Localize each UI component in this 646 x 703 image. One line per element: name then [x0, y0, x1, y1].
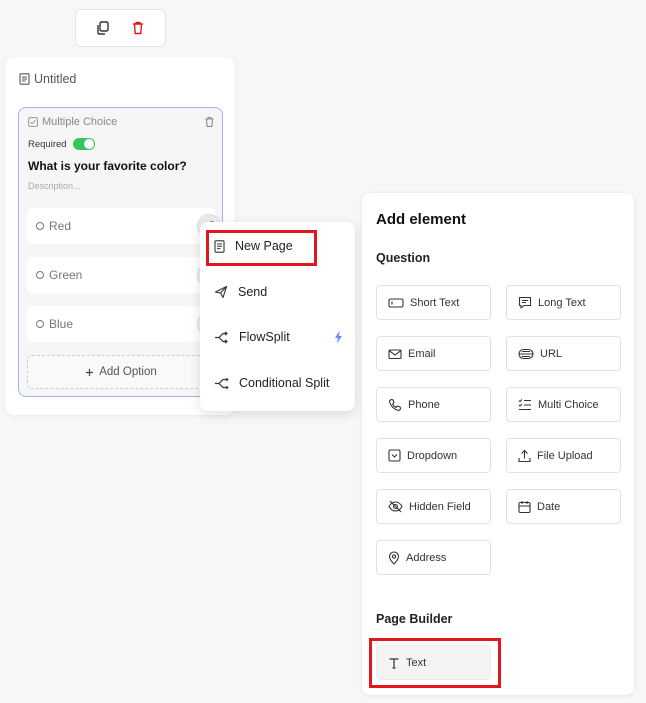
plus-icon	[85, 368, 94, 377]
menu-item-send[interactable]: Send	[200, 274, 355, 310]
calendar-icon	[518, 500, 531, 514]
short-text-icon	[388, 297, 404, 309]
question-type: Multiple Choice	[28, 116, 117, 128]
menu-item-label: Send	[238, 285, 268, 299]
duplicate-button[interactable]	[92, 17, 114, 39]
location-pin-icon	[388, 550, 400, 565]
required-row: Required	[28, 138, 95, 150]
add-option-button[interactable]: Add Option	[27, 355, 215, 389]
menu-item-conditional-split[interactable]: Conditional Split	[200, 365, 355, 401]
panel-title: Add element	[376, 211, 467, 228]
dropdown-icon	[388, 449, 401, 462]
page-builder-section-label: Page Builder	[376, 612, 453, 626]
delete-question-button[interactable]	[204, 116, 215, 128]
element-multi-choice[interactable]: Multi Choice	[506, 387, 621, 422]
page-title[interactable]: Untitled	[19, 72, 76, 86]
globe-icon	[518, 348, 534, 360]
copy-icon	[95, 20, 111, 36]
list-check-icon	[518, 398, 532, 411]
element-address[interactable]: Address	[376, 540, 491, 575]
highlight-text-element	[369, 638, 501, 688]
element-label: Address	[406, 551, 447, 564]
element-dropdown[interactable]: Dropdown	[376, 438, 491, 473]
page-icon	[19, 73, 30, 85]
delete-button[interactable]	[127, 17, 149, 39]
question-section-label: Question	[376, 251, 431, 265]
phone-icon	[388, 398, 402, 412]
option-row[interactable]: Green	[27, 257, 221, 293]
element-file-upload[interactable]: File Upload	[506, 438, 621, 473]
split-icon	[214, 330, 229, 344]
required-label: Required	[28, 138, 67, 150]
element-email[interactable]: Email	[376, 336, 491, 371]
element-short-text[interactable]: Short Text	[376, 285, 491, 320]
element-label: Short Text	[410, 296, 460, 309]
element-label: Phone	[408, 398, 440, 411]
description-field[interactable]: Description...	[28, 181, 81, 191]
element-label: Dropdown	[407, 449, 458, 462]
eye-off-icon	[388, 500, 403, 513]
option-row[interactable]: Blue	[27, 306, 221, 342]
element-label: Date	[537, 500, 561, 513]
question-text[interactable]: What is your favorite color?	[28, 159, 187, 173]
mail-icon	[388, 348, 402, 360]
element-date[interactable]: Date	[506, 489, 621, 524]
send-icon	[214, 285, 228, 299]
option-row[interactable]: Red	[27, 208, 221, 244]
radio-circle-icon	[36, 320, 44, 328]
trash-icon	[130, 20, 146, 36]
element-long-text[interactable]: Long Text	[506, 285, 621, 320]
conditional-split-icon	[214, 377, 229, 390]
element-label: Hidden Field	[409, 500, 471, 513]
question-type-label: Multiple Choice	[42, 116, 118, 128]
element-label: Email	[408, 347, 436, 360]
menu-item-label: Conditional Split	[239, 376, 330, 390]
element-url[interactable]: URL	[506, 336, 621, 371]
long-text-icon	[518, 296, 532, 309]
element-phone[interactable]: Phone	[376, 387, 491, 422]
element-label: Multi Choice	[538, 398, 599, 411]
question-card[interactable]: Multiple Choice Required What is your fa…	[18, 107, 223, 397]
element-hidden-field[interactable]: Hidden Field	[376, 489, 491, 524]
menu-item-label: FlowSplit	[239, 330, 290, 344]
add-element-panel: Add element Question Short Text Long Tex…	[362, 193, 634, 695]
required-toggle[interactable]	[72, 138, 95, 150]
menu-item-flowsplit[interactable]: FlowSplit	[200, 319, 355, 355]
option-label: Blue	[49, 317, 74, 331]
element-label: URL	[540, 347, 563, 360]
radio-circle-icon	[36, 271, 44, 279]
add-option-label: Add Option	[99, 366, 157, 378]
option-label: Red	[49, 219, 72, 233]
element-label: Long Text	[538, 296, 586, 309]
checkbox-icon	[28, 117, 38, 127]
upload-icon	[518, 449, 531, 463]
highlight-new-page	[206, 230, 317, 266]
option-label: Green	[49, 268, 83, 282]
radio-circle-icon	[36, 222, 44, 230]
element-label: File Upload	[537, 449, 593, 462]
trash-icon	[204, 116, 215, 128]
page-title-text: Untitled	[34, 72, 77, 86]
lightning-icon	[334, 330, 343, 344]
block-toolbar	[75, 9, 166, 47]
